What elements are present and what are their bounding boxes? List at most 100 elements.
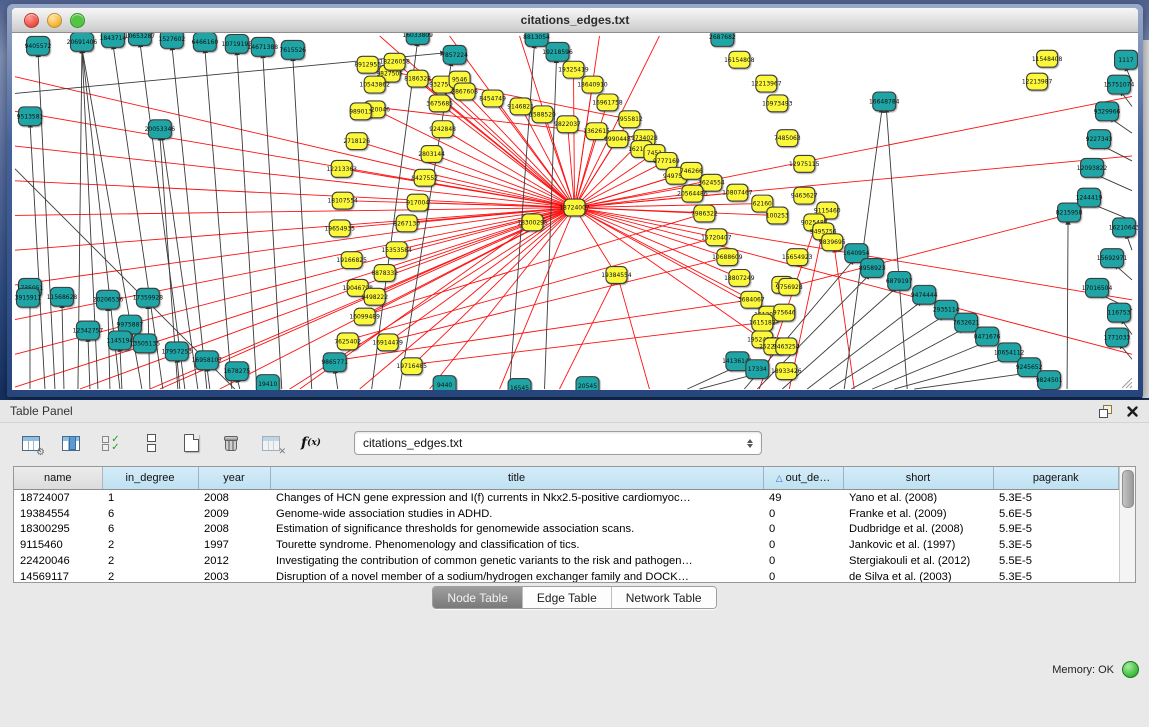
- graph-node-label: 8813054: [523, 34, 550, 41]
- graph-node-label: 16648784: [869, 98, 900, 105]
- graph-node-label: 15720407: [701, 234, 732, 241]
- tab-network-table[interactable]: Network Table: [612, 587, 716, 608]
- column-header-in_degree[interactable]: in_degree: [102, 467, 198, 490]
- network-desktop: citations_edges.txt 940557: [0, 0, 1149, 400]
- graph-node-label: 9227343: [1086, 136, 1113, 143]
- graph-node-label: 9245652: [1016, 364, 1043, 371]
- column-header-short[interactable]: short: [843, 467, 993, 490]
- window-resize-grip[interactable]: [1122, 378, 1132, 388]
- graph-node-label: 1640954: [843, 250, 870, 257]
- row-height-icon[interactable]: [138, 431, 164, 455]
- network-view-window[interactable]: citations_edges.txt 940557: [7, 4, 1143, 397]
- graph-node-label: 16099489: [349, 314, 380, 321]
- network-graph-canvas[interactable]: 9405572206914061843714106532871527602646…: [12, 33, 1138, 390]
- graph-node-label: 12213363: [326, 166, 357, 173]
- graph-node-label: 9242848: [429, 126, 456, 133]
- table-type-tabs: Node TableEdge TableNetwork Table: [0, 583, 1149, 613]
- scrollbar-thumb[interactable]: [1122, 470, 1134, 508]
- graph-node-label: 975646: [773, 310, 796, 317]
- graph-node-label: 7615526: [279, 47, 306, 54]
- graph-node-label: 8912955: [354, 62, 381, 69]
- zoom-window-button[interactable]: [70, 13, 85, 28]
- graph-node-label: 6466160: [191, 39, 218, 46]
- graph-node-label: 6879197: [886, 278, 913, 285]
- float-panel-icon[interactable]: [1099, 405, 1112, 418]
- tab-edge-table[interactable]: Edge Table: [523, 587, 612, 608]
- graph-node-label: 15353584: [381, 247, 412, 254]
- graph-node-label: 20545: [578, 383, 597, 390]
- graph-node-label: 1678275: [223, 368, 250, 375]
- table-settings-icon[interactable]: ⚙: [18, 431, 44, 455]
- graph-node-label: 1588520: [529, 111, 556, 118]
- graph-node-label: 8454749: [479, 95, 506, 102]
- graph-node-label: 13505135: [130, 340, 161, 347]
- close-panel-icon[interactable]: [1126, 405, 1139, 418]
- graph-node-label: 2867608: [451, 89, 478, 96]
- network-window-titlebar[interactable]: citations_edges.txt: [12, 8, 1138, 33]
- table-row[interactable]: 1938455462009Genome-wide association stu…: [14, 506, 1119, 522]
- graph-node-label: 17359928: [133, 295, 164, 302]
- table-vertical-scrollbar[interactable]: [1119, 467, 1135, 582]
- graph-node-label: 18807249: [724, 275, 755, 282]
- graph-node-label: 116753: [1108, 310, 1131, 317]
- graph-node-label: 16033809: [402, 33, 433, 39]
- column-header-pagerank[interactable]: pagerank: [993, 467, 1119, 490]
- graph-node-label: 16210643: [1109, 224, 1138, 231]
- graph-node-label: 7625402: [334, 338, 361, 345]
- close-window-button[interactable]: [24, 13, 39, 28]
- table-row[interactable]: 2242004622012Investigating the contribut…: [14, 553, 1119, 569]
- graph-node-label: 9513581: [17, 113, 44, 120]
- table-selector-dropdown[interactable]: citations_edges.txt: [354, 431, 762, 455]
- table-row[interactable]: 911546021997Tourette syndrome. Phenomeno…: [14, 537, 1119, 553]
- column-visibility-icon[interactable]: [58, 431, 84, 455]
- table-toolbar: ⚙ ✓ ✓ ✕ f(x): [0, 423, 1149, 463]
- delete-row-icon[interactable]: [218, 431, 244, 455]
- graph-node-label: 9756928: [776, 284, 803, 291]
- graph-node-label: 19166825: [336, 257, 367, 264]
- graph-node-label: 9865771: [321, 359, 348, 366]
- minimize-window-button[interactable]: [47, 13, 62, 28]
- graph-node-label: 11568628: [47, 294, 78, 301]
- memory-status-label: Memory: OK: [1052, 664, 1114, 676]
- column-header-out_de[interactable]: △out_de…: [763, 467, 843, 490]
- graph-node-label: 9474444: [911, 292, 938, 299]
- node-attribute-table: namein_degreeyeartitle△out_de…shortpager…: [14, 467, 1119, 583]
- graph-node-label: 8267130: [393, 220, 420, 227]
- graph-node-label: 14671388: [248, 44, 279, 51]
- attribute-table-container: namein_degreeyeartitle△out_de…shortpager…: [13, 466, 1136, 583]
- table-row[interactable]: 1830029562008Estimation of significance …: [14, 522, 1119, 538]
- graph-node-label: 9498222: [361, 294, 388, 301]
- column-header-name[interactable]: name: [14, 467, 102, 490]
- graph-node-label: 9822037: [554, 121, 581, 128]
- table-row[interactable]: 1456911722003Disruption of a novel membe…: [14, 569, 1119, 583]
- graph-node-label: 2718126: [343, 138, 370, 145]
- row-selection-icon[interactable]: ✓ ✓: [98, 431, 124, 455]
- table-row[interactable]: 1872400712008Changes of HCN gene express…: [14, 490, 1119, 506]
- graph-node-label: 10688609: [712, 254, 743, 261]
- column-header-title[interactable]: title: [270, 467, 763, 490]
- graph-node-label: 8186328: [404, 76, 431, 83]
- graph-node-label: 19410: [258, 381, 277, 388]
- graph-node-label: 8471676: [974, 333, 1001, 340]
- graph-node-label: 9405572: [25, 43, 52, 50]
- table-panel: Table Panel ⚙ ✓ ✓: [0, 400, 1149, 727]
- function-builder-icon[interactable]: f(x): [298, 431, 324, 455]
- graph-node-label: 20564486: [677, 191, 708, 198]
- graph-node-label: 11548408: [1032, 56, 1063, 63]
- graph-node-label: 62160: [753, 201, 772, 208]
- graph-node-label: 16545: [510, 385, 529, 390]
- graph-node-label: 1117: [1118, 57, 1133, 64]
- tab-node-table[interactable]: Node Table: [433, 587, 523, 608]
- graph-node-label: 17334: [748, 366, 767, 373]
- graph-node-label: 8878332: [371, 270, 398, 277]
- graph-node-label: 18640910: [577, 82, 608, 89]
- graph-node-label: 7632621: [953, 320, 980, 327]
- graph-node-label: 17016504: [1082, 285, 1113, 292]
- new-table-icon[interactable]: [178, 431, 204, 455]
- graph-node-label: 15654923: [782, 254, 813, 261]
- dropdown-stepper-icon: [747, 439, 753, 448]
- table-panel-header: Table Panel: [0, 400, 1149, 423]
- graph-nodes: 9405572206914061843714106532871527602646…: [15, 33, 1138, 390]
- column-header-year[interactable]: year: [198, 467, 270, 490]
- status-bar: Memory: OK: [0, 613, 1149, 727]
